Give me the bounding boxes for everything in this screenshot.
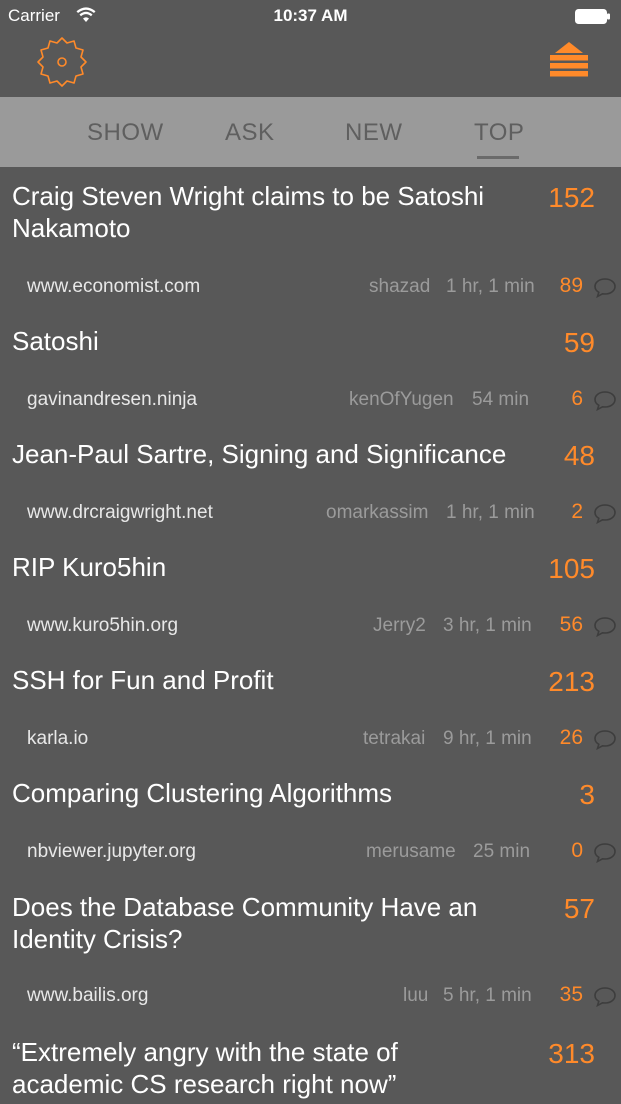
story-user[interactable]: Jerry2 [373,615,426,637]
story-user[interactable]: merusame [366,841,456,863]
comment-icon[interactable] [593,729,617,751]
story-comment-count[interactable]: 26 [560,726,583,750]
story-score: 152 [548,182,595,213]
nav-bar [0,32,621,97]
story-title[interactable]: Craig Steven Wright claims to be Satoshi… [12,180,512,244]
story-age: 1 hr, 1 min [446,276,535,297]
tab-show[interactable]: SHOW [87,119,164,147]
story-user[interactable]: kenOfYugen [349,389,454,411]
battery-icon [575,9,610,24]
story-title[interactable]: Comparing Clustering Algorithms [12,777,512,809]
comment-icon[interactable] [593,277,617,299]
story-score: 3 [579,779,595,810]
story-comment-count[interactable]: 0 [571,839,583,863]
story-domain[interactable]: nbviewer.jupyter.org [27,841,196,863]
story-comment-count[interactable]: 35 [560,983,583,1007]
story-age: 3 hr, 1 min [443,615,532,636]
status-time: 10:37 AM [273,6,348,25]
story-title[interactable]: Does the Database Community Have an Iden… [12,891,512,955]
story-score: 313 [548,1038,595,1069]
story-comment-count[interactable]: 2 [571,500,583,524]
status-bar: Carrier 10:37 AM [0,0,621,32]
story-score: 48 [563,440,595,471]
story-domain[interactable]: www.economist.com [27,276,200,298]
story-title[interactable]: RIP Kuro5hin [12,551,512,583]
selected-tab-indicator [477,156,519,159]
story-domain[interactable]: www.bailis.org [27,985,148,1007]
story-age: 25 min [473,841,531,862]
comment-icon[interactable] [593,503,617,525]
tab-new[interactable]: NEW [345,119,403,147]
story-user[interactable]: luu [403,985,428,1007]
story-title[interactable]: “Extremely angry with the state of acade… [12,1036,482,1100]
story-user[interactable]: omarkassim [326,502,428,524]
story-domain[interactable]: gavinandresen.ninja [27,389,197,411]
comment-icon[interactable] [593,842,617,864]
story-domain[interactable]: www.drcraigwright.net [27,502,213,524]
story-user[interactable]: shazad [369,276,430,298]
story-score: 59 [563,327,595,358]
story-score: 105 [548,553,595,584]
story-title[interactable]: Jean-Paul Sartre, Signing and Significan… [12,438,542,470]
comment-icon[interactable] [593,616,617,638]
tab-top[interactable]: TOP [474,119,524,147]
story-comment-count[interactable]: 6 [571,387,583,411]
comment-icon[interactable] [593,390,617,412]
story-age: 5 hr, 1 min [443,985,532,1006]
story-user[interactable]: tetrakai [363,728,425,750]
story-title[interactable]: SSH for Fun and Profit [12,664,512,696]
story-comment-count[interactable]: 56 [560,613,583,637]
gear-icon[interactable] [34,34,90,90]
story-score: 213 [548,666,595,697]
story-score: 57 [563,893,595,924]
story-age: 54 min [472,389,530,410]
story-domain[interactable]: karla.io [27,728,88,750]
story-comment-count[interactable]: 89 [560,274,583,298]
story-age: 1 hr, 1 min [446,502,535,523]
tab-bar: SHOW ASK NEW TOP [0,97,621,167]
story-title[interactable]: Satoshi [12,325,512,357]
menu-icon[interactable] [549,42,589,82]
comment-icon[interactable] [593,986,617,1008]
story-age: 9 hr, 1 min [443,728,532,749]
story-domain[interactable]: www.kuro5hin.org [27,615,178,637]
tab-ask[interactable]: ASK [225,119,275,147]
